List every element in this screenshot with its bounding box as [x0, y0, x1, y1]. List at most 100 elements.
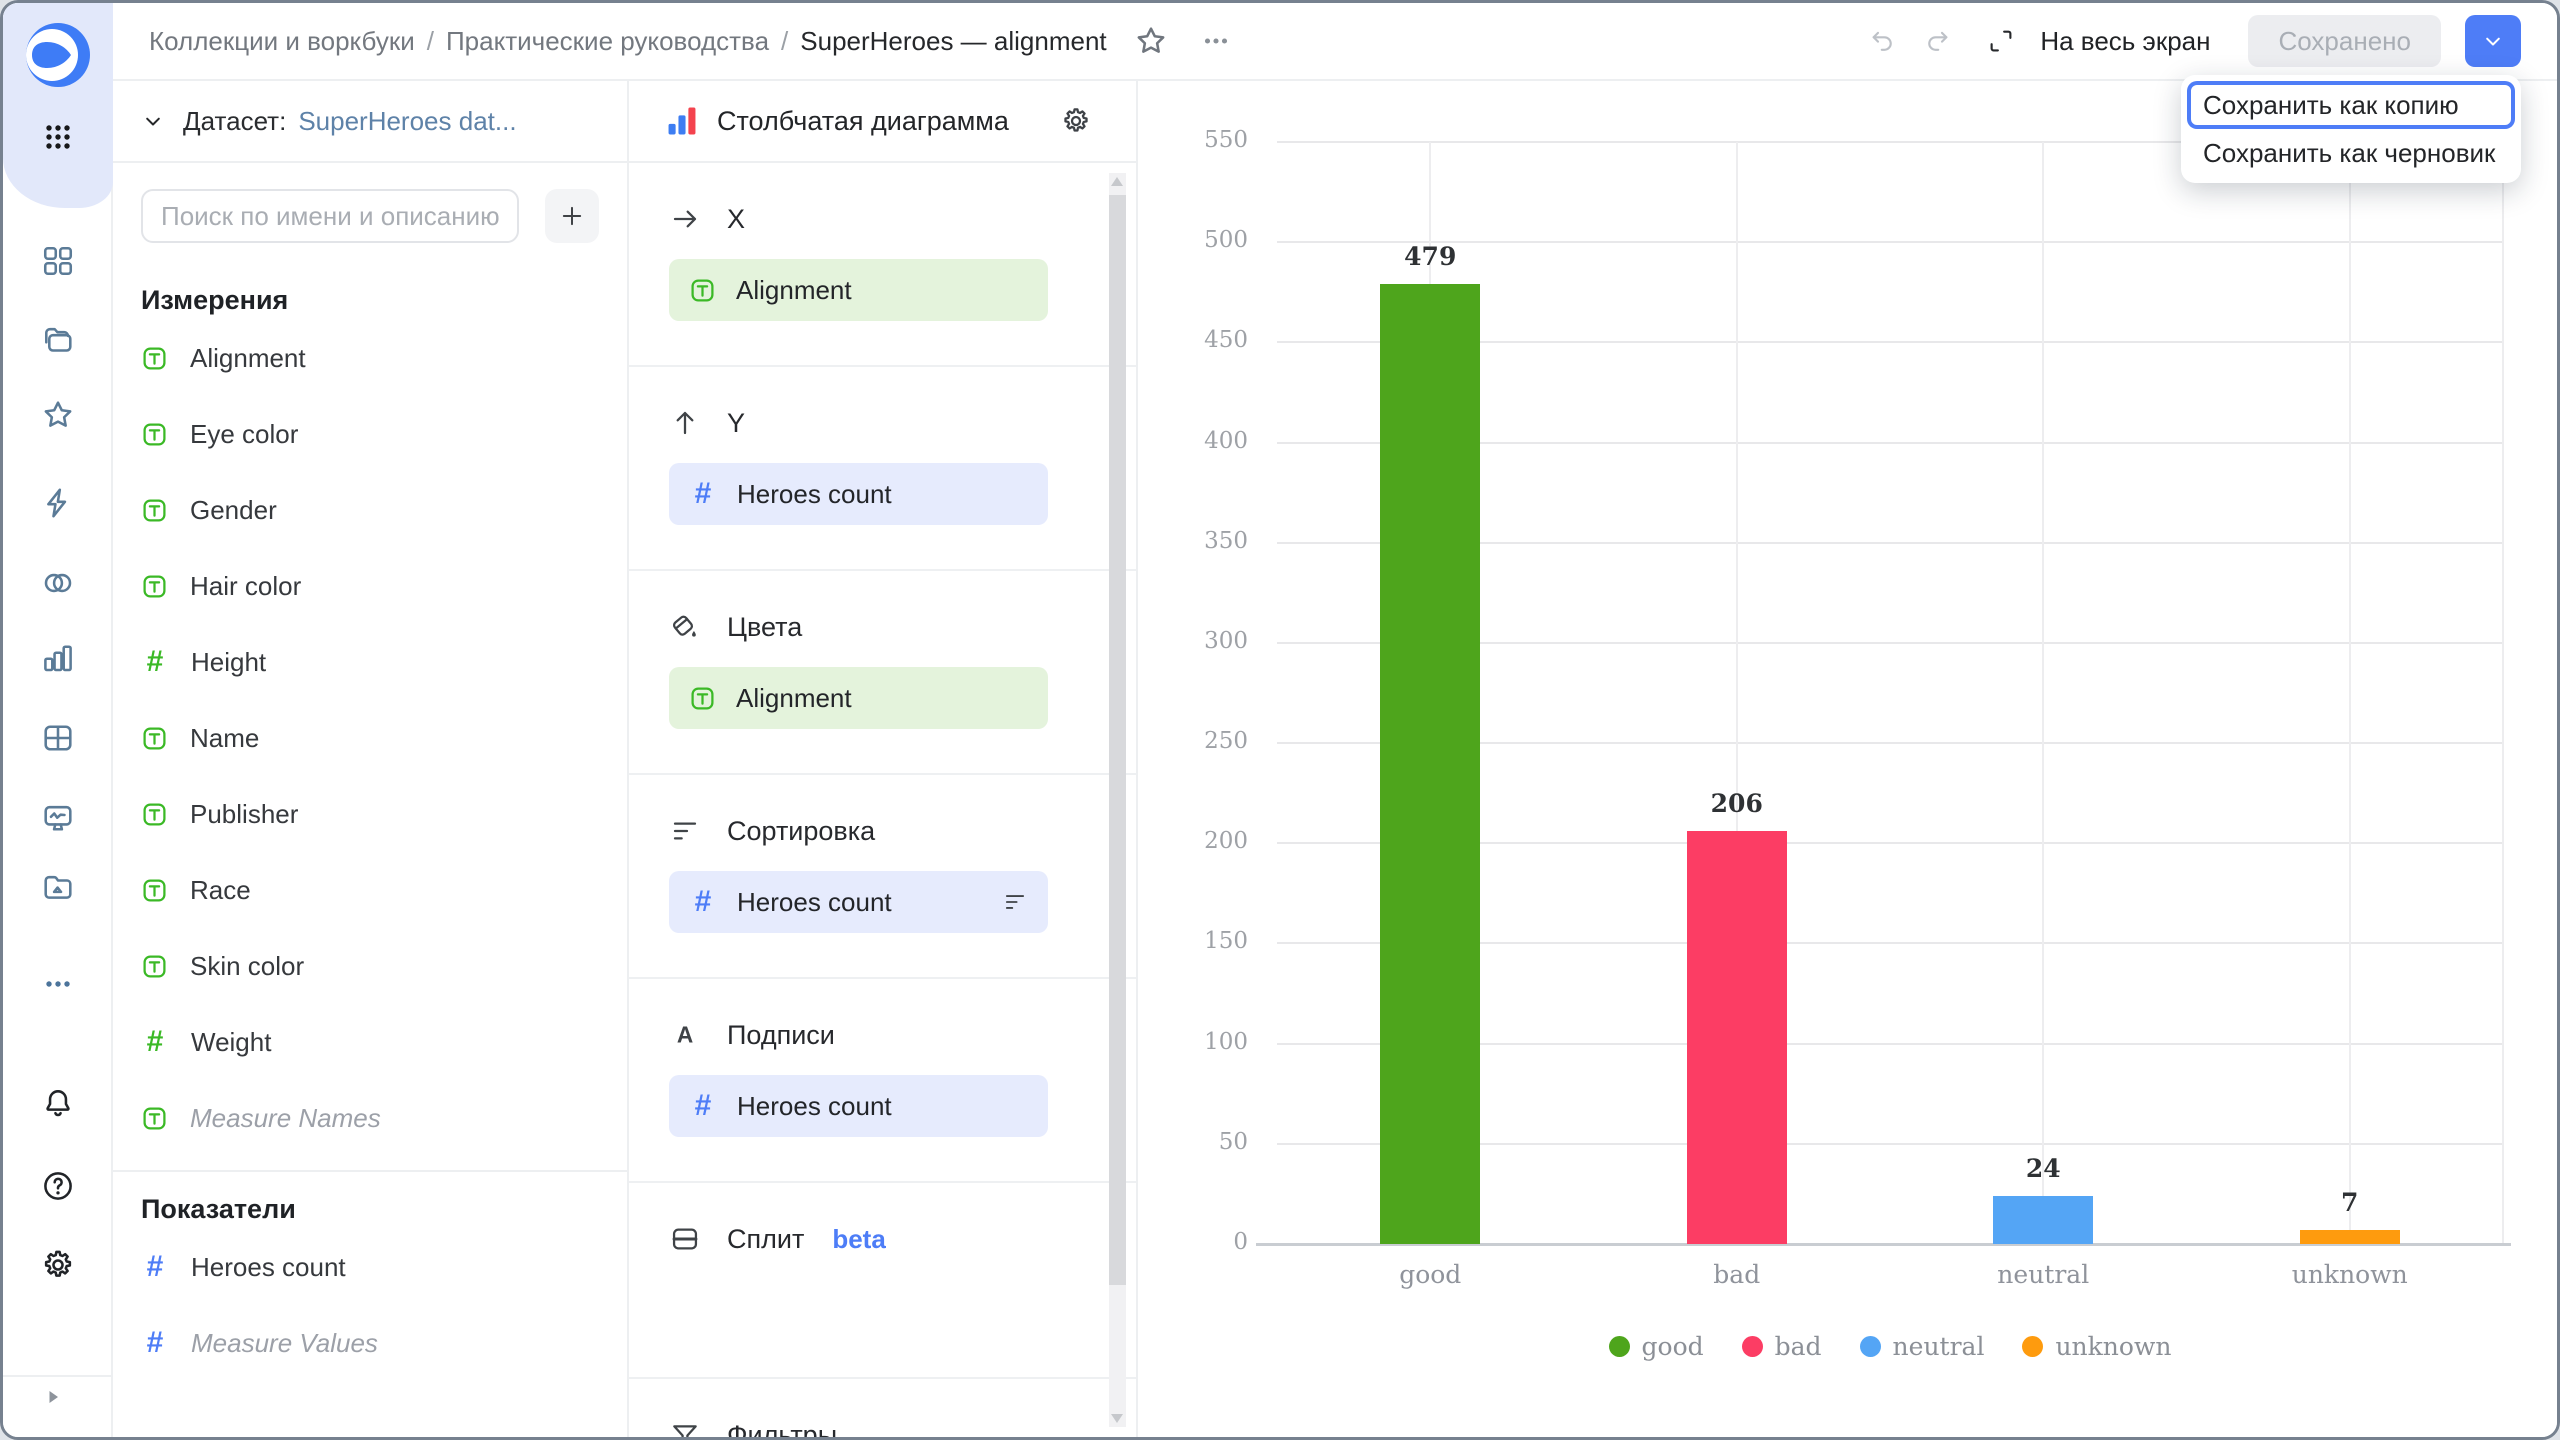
favorite-star-icon[interactable] — [1133, 23, 1169, 59]
scrollbar-down-arrow[interactable] — [1111, 1414, 1123, 1423]
field-item[interactable]: #Weight — [141, 1004, 599, 1080]
text-field-icon — [141, 725, 168, 752]
tables-icon[interactable] — [40, 720, 76, 756]
bar-value-label: 206 — [1657, 789, 1817, 818]
breadcrumb-item[interactable]: Коллекции и воркбуки — [149, 26, 415, 57]
breadcrumb-item[interactable]: Практические руководства — [446, 26, 769, 57]
field-pill[interactable]: #Heroes count — [669, 463, 1048, 525]
field-label: Skin color — [190, 951, 304, 982]
legend-item-neutral[interactable]: neutral — [1860, 1332, 1985, 1361]
number-field-icon: # — [689, 1089, 717, 1123]
field-search-input[interactable] — [141, 189, 519, 243]
quick-actions-icon[interactable] — [40, 485, 76, 521]
scrollbar-thumb[interactable] — [1109, 195, 1126, 1285]
config-scrollbar[interactable] — [1109, 173, 1126, 1427]
dataset-name-link[interactable]: SuperHeroes dat... — [298, 106, 516, 137]
number-field-icon: # — [141, 645, 169, 679]
text-field-icon — [689, 277, 716, 304]
field-label: Measure Values — [191, 1328, 378, 1359]
y-axis-tick-label: 400 — [1143, 428, 1248, 454]
x-gridline — [2349, 142, 2351, 1244]
text-field-icon — [141, 877, 168, 904]
more-actions-icon[interactable] — [1199, 24, 1233, 58]
apps-grid-icon[interactable] — [40, 119, 76, 155]
fullscreen-icon[interactable] — [1986, 26, 2016, 56]
undo-icon[interactable] — [1868, 26, 1898, 56]
measures-section-title: Показатели — [141, 1194, 599, 1225]
legend-item-good[interactable]: good — [1609, 1332, 1704, 1361]
chart-type-title[interactable]: Столбчатая диаграмма — [717, 106, 1009, 137]
save-menu-item[interactable]: Сохранить как копию — [2187, 81, 2515, 129]
split-icon — [669, 1223, 701, 1255]
breadcrumb-item[interactable]: SuperHeroes — alignment — [800, 26, 1106, 57]
text-field-icon — [689, 685, 716, 712]
field-pill[interactable]: # Heroes count — [669, 1075, 1048, 1137]
save-menu-chevron-button[interactable] — [2465, 15, 2521, 67]
field-pill[interactable]: Alignment — [669, 667, 1048, 729]
fullscreen-label[interactable]: На весь экран — [2040, 26, 2210, 57]
number-field-icon: # — [689, 477, 717, 511]
legend-marker-icon — [2022, 1336, 2043, 1357]
config-section-цвета: ЦветаAlignment — [629, 571, 1136, 775]
field-item[interactable]: Alignment — [141, 320, 599, 396]
text-field-icon — [141, 1105, 168, 1132]
expand-sidebar-icon[interactable] — [41, 1385, 65, 1409]
bar-good[interactable] — [1380, 284, 1480, 1244]
legend-label: unknown — [2055, 1332, 2171, 1361]
legend-marker-icon — [1609, 1336, 1630, 1357]
y-axis-tick-label: 150 — [1143, 928, 1248, 954]
redo-icon[interactable] — [1922, 26, 1952, 56]
section-divider — [113, 1170, 627, 1172]
field-label: Alignment — [190, 343, 306, 374]
favorites-icon[interactable] — [40, 397, 76, 433]
legend-label: neutral — [1893, 1332, 1985, 1361]
bar-neutral[interactable] — [1993, 1196, 2093, 1244]
dataset-header[interactable]: Датасет: SuperHeroes dat... — [113, 81, 627, 163]
bar-unknown[interactable] — [2300, 1230, 2400, 1244]
bar-chart-type-icon[interactable] — [665, 104, 699, 138]
monitoring-icon[interactable] — [40, 800, 76, 836]
legend-item-bad[interactable]: bad — [1742, 1332, 1822, 1361]
dataset-label: Датасет: — [183, 106, 286, 137]
connections-icon[interactable] — [40, 565, 76, 601]
field-item[interactable]: Name — [141, 700, 599, 776]
save-dropdown-menu: Сохранить как копиюСохранить как чернови… — [2181, 75, 2521, 183]
help-icon[interactable] — [40, 1168, 76, 1204]
datalens-logo-icon[interactable] — [26, 23, 90, 87]
field-item[interactable]: Publisher — [141, 776, 599, 852]
field-label: Name — [190, 723, 259, 754]
more-icon[interactable] — [40, 966, 76, 1002]
field-item[interactable]: Race — [141, 852, 599, 928]
field-pill[interactable]: Alignment — [669, 259, 1048, 321]
field-item[interactable]: Hair color — [141, 548, 599, 624]
config-section-y: Y#Heroes count — [629, 367, 1136, 571]
scrollbar-up-arrow[interactable] — [1111, 177, 1123, 186]
chart-settings-gear-icon[interactable] — [1060, 105, 1092, 137]
field-item[interactable]: Eye color — [141, 396, 599, 472]
settings-icon[interactable] — [40, 1247, 76, 1283]
storage-icon[interactable] — [40, 870, 76, 906]
y-axis-tick-label: 500 — [1143, 227, 1248, 253]
notifications-icon[interactable] — [40, 1085, 76, 1121]
save-menu-item[interactable]: Сохранить как черновик — [2187, 129, 2515, 177]
app-window: Коллекции и воркбуки/Практические руково… — [0, 0, 2560, 1440]
chevron-down-icon[interactable] — [139, 107, 167, 135]
bar-bad[interactable] — [1687, 831, 1787, 1244]
saved-button[interactable]: Сохранено — [2248, 15, 2441, 67]
dashboards-icon[interactable] — [40, 243, 76, 279]
pill-label: Heroes count — [737, 1091, 892, 1122]
funnel-icon — [669, 1419, 701, 1437]
field-item[interactable]: Gender — [141, 472, 599, 548]
add-field-button[interactable] — [545, 189, 599, 243]
field-item[interactable]: Measure Names — [141, 1080, 599, 1156]
legend-item-unknown[interactable]: unknown — [2022, 1332, 2171, 1361]
field-pill[interactable]: #Heroes count — [669, 871, 1048, 933]
sort-direction-icon[interactable] — [1002, 889, 1028, 915]
charts-icon[interactable] — [40, 640, 76, 676]
dimensions-list: Alignment Eye colorGenderHair color#Heigh… — [141, 320, 599, 1156]
field-item[interactable]: Skin color — [141, 928, 599, 1004]
field-item[interactable]: #Heroes count — [141, 1229, 599, 1305]
field-item[interactable]: #Measure Values — [141, 1305, 599, 1381]
field-item[interactable]: #Height — [141, 624, 599, 700]
collections-icon[interactable] — [40, 322, 76, 358]
